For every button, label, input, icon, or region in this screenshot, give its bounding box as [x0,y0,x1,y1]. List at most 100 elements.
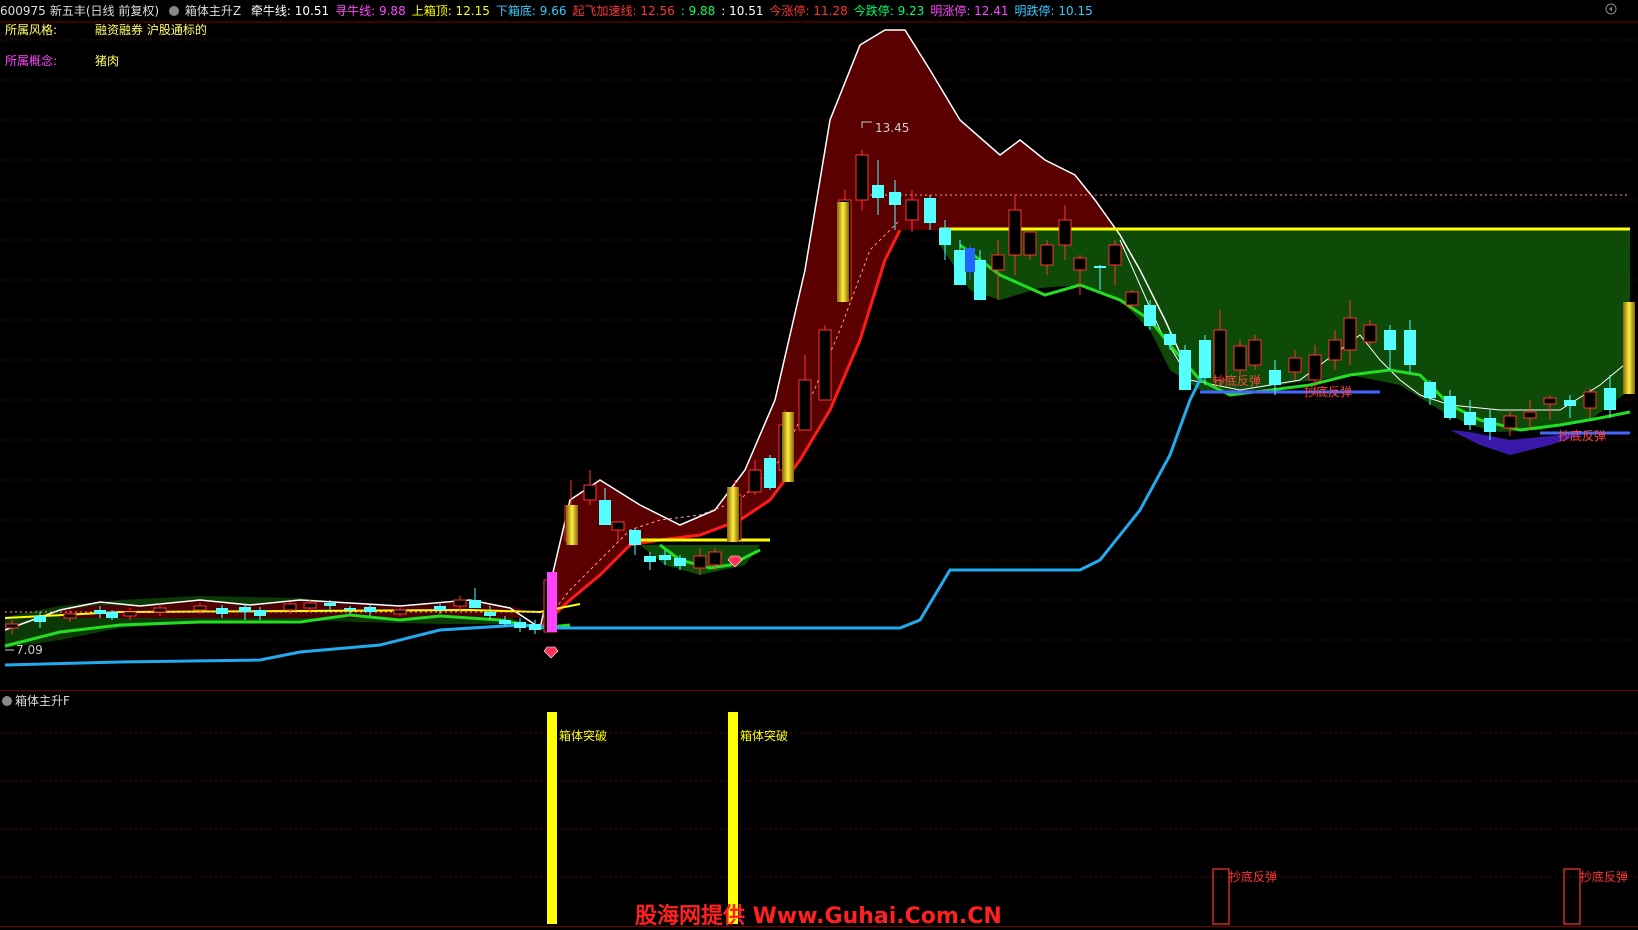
candle-body [1108,244,1122,266]
candle-body [106,612,118,618]
grid-lines [0,21,1638,878]
candle-body [1308,354,1322,381]
candle-body [63,613,77,619]
candle-body [1248,339,1262,366]
candle-body [344,608,356,610]
candle-body [674,558,686,566]
candle-body [659,555,671,560]
candle-body [798,379,812,431]
candle-body [1073,257,1087,271]
candle-body [954,250,966,285]
candle-body [583,484,597,501]
candle-body [1008,209,1022,256]
candle-body [708,551,722,566]
candle-body [514,622,526,628]
signal-bar [1623,302,1635,394]
candle-body [1404,330,1416,365]
candle-body [1023,231,1037,256]
candle-body [748,469,762,493]
breakout-bar [547,712,557,924]
candle-body [905,199,919,221]
sub-chart: 箱体突破 箱体突破抄底反弹 抄底反弹 [547,712,1628,925]
candle-body [889,192,901,205]
sub-indicator-name[interactable]: 箱体主升F [15,694,70,708]
candle-body [1543,397,1557,405]
candle-body [1144,305,1156,326]
candle-body [1484,418,1496,432]
signal-bar [547,572,557,632]
breakout-bar [728,712,738,924]
sub-panel-title: 箱体主升F [2,692,70,709]
candle-body [1179,350,1191,390]
panel-divider [0,690,1638,691]
signal-bar [782,412,794,482]
candle-body [1199,340,1211,378]
candle-body [1213,329,1227,381]
candle-body [94,610,106,614]
candle-body [1363,324,1377,343]
candle-body [123,611,137,617]
candle-body [153,607,167,613]
candle-body [855,154,869,201]
rebound-label: 抄底反弹 [1580,869,1628,884]
candle-body [1384,330,1396,350]
candle-body [1583,391,1597,409]
candle-body [393,609,407,615]
candle-body [644,556,656,562]
candle-body [324,603,336,606]
candle-body [693,555,707,569]
breakout-label: 箱体突破 [740,728,788,743]
signal-bar [727,487,739,542]
candle-body [1343,317,1357,351]
candle-body [974,260,986,300]
candle-body [1094,266,1106,268]
candle-body [1040,244,1054,266]
sub-indicator-toggle-icon[interactable] [2,696,12,706]
candle-body [1125,291,1139,306]
candle-body [939,228,951,245]
candle-body [872,185,884,198]
candle-body [5,623,19,629]
watermark: 股海网提供 Www.Guhai.Com.CN [635,904,1002,929]
candle-body [34,616,46,622]
candle-body [434,606,446,610]
candle-body [1503,415,1517,429]
candle-body [1444,396,1456,418]
candle-body [1328,339,1342,361]
low-price-label: 7.09 [16,643,43,657]
candle-body [611,521,625,531]
candle-body [818,329,832,401]
candle-body [1164,334,1176,345]
candle-body [1564,400,1576,406]
candle-body [239,607,251,612]
candle-body [1288,357,1302,373]
annotation-label: 抄底反弹 [1558,428,1606,443]
signal-bar [566,505,578,545]
candle-body [1464,412,1476,425]
candle-body [764,458,776,488]
rebound-label: 抄底反弹 [1229,869,1277,884]
candle-body [1523,411,1537,419]
candle-body [599,500,611,525]
breakout-label: 箱体突破 [559,728,607,743]
candle-body [1424,382,1436,398]
candle-body [1233,345,1247,371]
candle-body [453,599,467,607]
candle-body [924,198,936,223]
candle-body [991,254,1005,271]
candle-body [303,602,317,609]
annotation-label: 抄底反弹 [1213,373,1261,388]
candle-body [1604,388,1616,410]
signal-bar [837,202,849,302]
annotation-label: 抄底反弹 [1304,384,1352,399]
diamond-icon [543,646,559,659]
candle-body [629,530,641,545]
candle-body [529,624,541,630]
candle-body [283,603,297,611]
candle-body [193,605,207,611]
candle-body [254,610,266,616]
candle-body [216,608,228,614]
high-price-label: 13.45 [875,121,909,135]
main-chart[interactable]: 13.457.09抄底反弹抄底反弹抄底反弹 箱体突破 箱体突破抄底反弹 抄底反弹 [0,0,1638,929]
candle-body [499,620,511,624]
